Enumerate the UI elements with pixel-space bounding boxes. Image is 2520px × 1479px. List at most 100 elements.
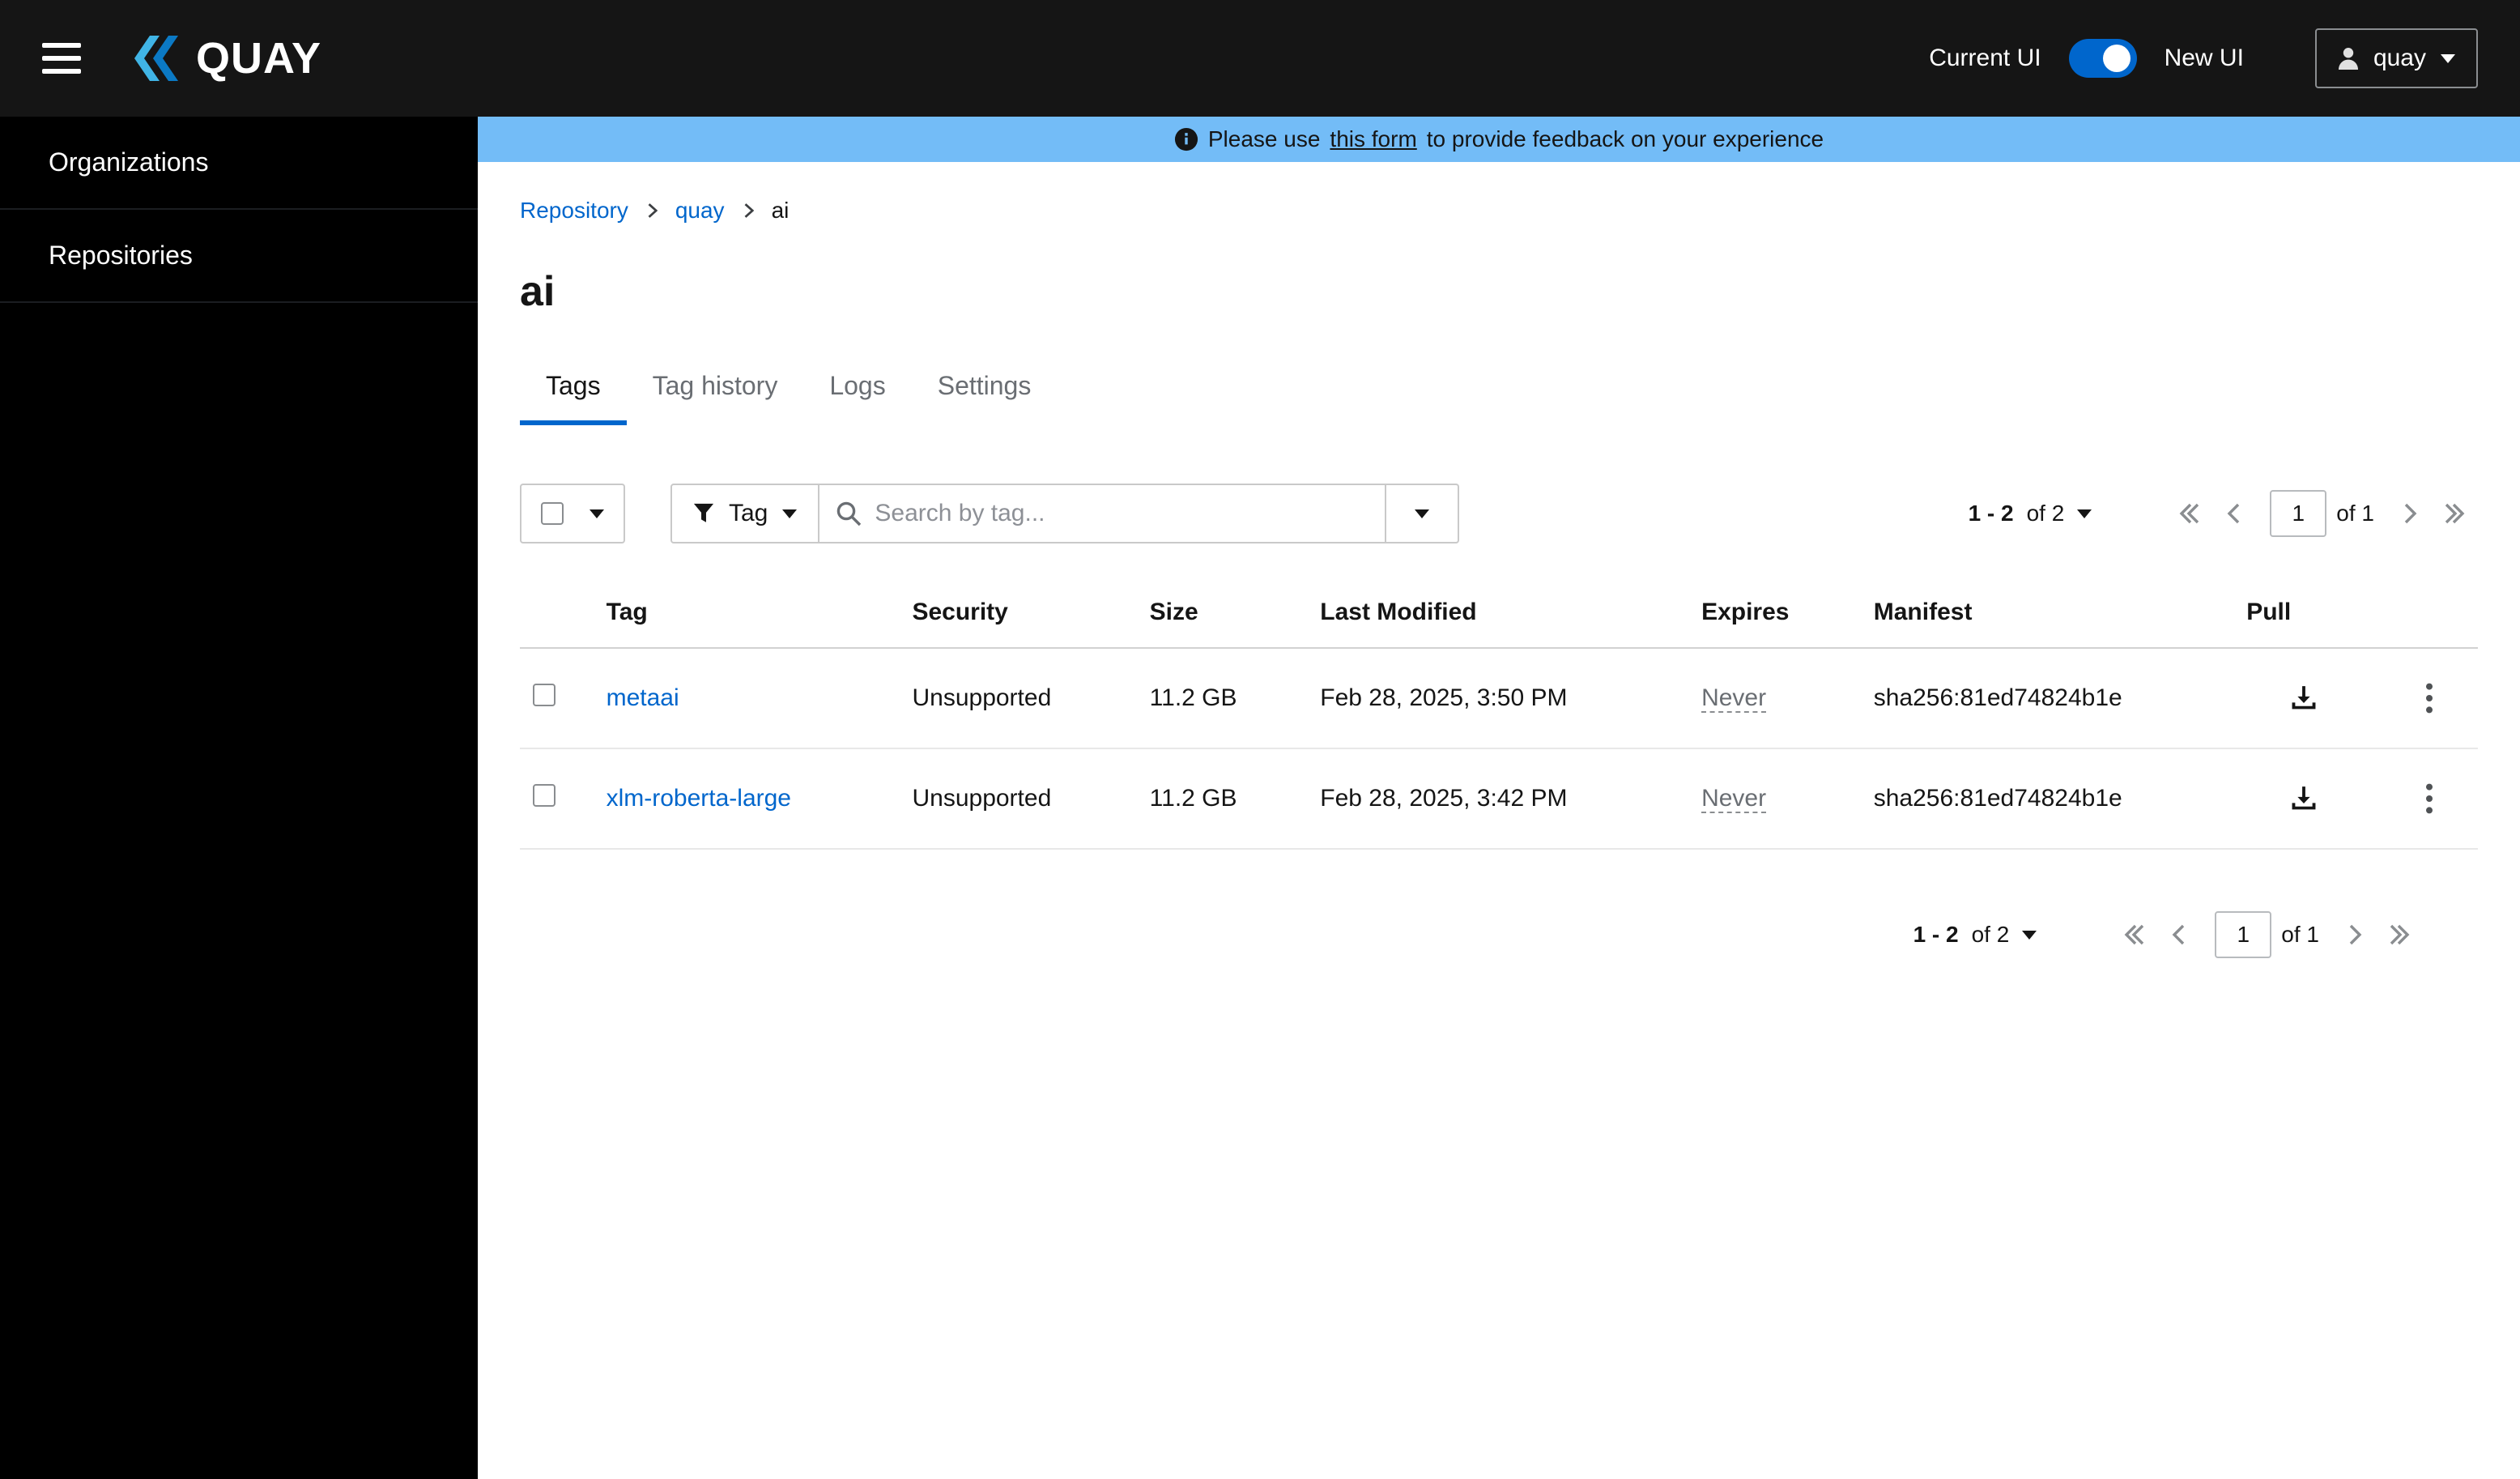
sidebar-item-organizations[interactable]: Organizations [0, 117, 478, 210]
tag-link[interactable]: metaai [607, 684, 679, 711]
banner-text-after: to provide feedback on your experience [1426, 126, 1824, 151]
chevron-down-icon [782, 509, 798, 518]
toggle-knob [2102, 45, 2131, 72]
per-page-dropdown[interactable]: 1 - 2 of 2 [1913, 922, 2037, 948]
user-icon [2338, 48, 2358, 70]
info-icon [1174, 127, 1198, 151]
row-checkbox[interactable] [533, 684, 556, 706]
chevron-down-icon [2022, 930, 2037, 940]
next-page-button[interactable] [2335, 914, 2376, 956]
pagination-bottom: 1 - 2 of 2 of 1 [520, 911, 2478, 958]
select-all-checkbox[interactable] [541, 502, 564, 525]
breadcrumb-repository[interactable]: Repository [520, 198, 628, 224]
sidebar-item-repositories[interactable]: Repositories [0, 210, 478, 303]
breadcrumb: Repository quay ai [520, 198, 2478, 224]
page-number-input[interactable] [2215, 911, 2272, 958]
last-modified-cell: Feb 28, 2025, 3:42 PM [1300, 748, 1683, 850]
next-page-button[interactable] [2390, 492, 2431, 535]
search-box [819, 484, 1387, 543]
page-title: ai [520, 268, 556, 315]
feedback-form-link[interactable]: this form [1330, 126, 1416, 152]
filter-icon [693, 503, 714, 522]
prev-page-button[interactable] [2158, 914, 2199, 956]
chevron-down-icon [1415, 509, 1430, 518]
page-count-label: of 1 [2336, 501, 2374, 526]
first-page-button[interactable] [2111, 914, 2158, 956]
bulk-select-dropdown[interactable] [520, 484, 625, 543]
kebab-menu-button[interactable] [2419, 777, 2440, 820]
column-header-expires: Expires [1682, 578, 1854, 649]
column-header-manifest: Manifest [1854, 578, 2228, 649]
nav-toggle-button[interactable] [42, 43, 81, 74]
pagination-top: 1 - 2 of 2 of 1 [1969, 490, 2478, 537]
tab-logs[interactable]: Logs [803, 355, 911, 425]
pagination-range: 1 - 2 [1968, 501, 2014, 526]
breadcrumb-quay[interactable]: quay [675, 198, 725, 224]
angle-double-right-icon [2445, 503, 2465, 524]
manifest-digest: sha256:81ed74824b1e [1854, 648, 2228, 749]
size-cell: 11.2 GB [1130, 648, 1301, 749]
chevron-down-icon [2077, 509, 2092, 518]
column-header-last-modified: Last Modified [1300, 578, 1683, 649]
tab-tag-history[interactable]: Tag history [627, 355, 804, 425]
column-header-pull: Pull [2227, 578, 2382, 649]
kebab-menu-button[interactable] [2419, 676, 2440, 720]
download-button[interactable] [2284, 778, 2324, 819]
last-page-button[interactable] [2431, 492, 2478, 535]
download-icon [2292, 786, 2316, 810]
angle-double-right-icon [2390, 924, 2410, 945]
masthead-right: Current UI New UI quay [1929, 28, 2478, 88]
download-button[interactable] [2284, 678, 2324, 718]
table-header-row: Tag Security Size Last Modified Expires … [520, 578, 2478, 649]
breadcrumb-separator-icon [744, 203, 754, 218]
brand-text: QUAY [196, 34, 322, 83]
layout: Organizations Repositories Please use th… [0, 117, 2520, 1479]
tag-link[interactable]: xlm-roberta-large [607, 785, 791, 812]
search-options-button[interactable] [1386, 484, 1460, 543]
page-number-input[interactable] [2270, 490, 2327, 537]
prev-page-button[interactable] [2213, 492, 2254, 535]
first-page-button[interactable] [2166, 492, 2213, 535]
filter-group: Tag [670, 484, 1460, 543]
search-input[interactable] [875, 500, 1369, 527]
breadcrumb-current: ai [771, 198, 790, 223]
feedback-banner: Please use this form to provide feedback… [478, 117, 2520, 162]
chevron-down-icon [590, 509, 604, 518]
row-checkbox[interactable] [533, 784, 556, 807]
ui-toggle-switch[interactable] [2068, 39, 2137, 78]
last-modified-cell: Feb 28, 2025, 3:50 PM [1300, 648, 1683, 749]
toolbar: Tag Search by tag... 1 - 2 of 2 1 of 1 [520, 484, 2478, 543]
banner-text-before: Please use [1207, 126, 1321, 151]
size-cell: 11.2 GB [1130, 748, 1301, 850]
per-page-dropdown[interactable]: 1 - 2 of 2 [1969, 501, 2092, 526]
tab-settings[interactable]: Settings [912, 355, 1058, 425]
content-area: Repository quay ai ai Tags Tag history L… [478, 162, 2520, 958]
angle-right-icon [2404, 503, 2417, 524]
quay-logo[interactable]: QUAY [130, 33, 321, 83]
security-status: Unsupported [892, 748, 1130, 850]
chevron-down-icon [2441, 53, 2455, 63]
main-content: Please use this form to provide feedback… [478, 117, 2520, 1479]
page-count-label: of 1 [2281, 922, 2319, 947]
table-row: xlm-roberta-large Unsupported 11.2 GB Fe… [520, 748, 2478, 850]
expires-value[interactable]: Never [1701, 785, 1767, 813]
page-nav: of 1 [2166, 490, 2478, 537]
quay-logo-icon [134, 36, 178, 81]
new-ui-label: New UI [2164, 45, 2244, 71]
tab-tags[interactable]: Tags [520, 355, 627, 425]
tabs: Tags Tag history Logs Settings [520, 355, 2478, 425]
user-menu-button[interactable]: quay [2314, 28, 2478, 88]
angle-right-icon [2349, 924, 2362, 945]
tags-table: Tag Security Size Last Modified Expires … [520, 578, 2478, 850]
pagination-total: of 2 [2026, 501, 2065, 526]
last-page-button[interactable] [2376, 914, 2423, 956]
search-icon [837, 501, 862, 526]
expires-value[interactable]: Never [1701, 684, 1767, 713]
masthead: QUAY Current UI New UI quay [0, 0, 2520, 117]
column-header-tag: Tag [586, 578, 893, 649]
angle-double-left-icon [2179, 503, 2199, 524]
kebab-icon [2426, 683, 2433, 714]
current-ui-label: Current UI [1929, 45, 2041, 71]
sidebar: Organizations Repositories [0, 117, 478, 1479]
filter-dropdown[interactable]: Tag [670, 484, 820, 543]
